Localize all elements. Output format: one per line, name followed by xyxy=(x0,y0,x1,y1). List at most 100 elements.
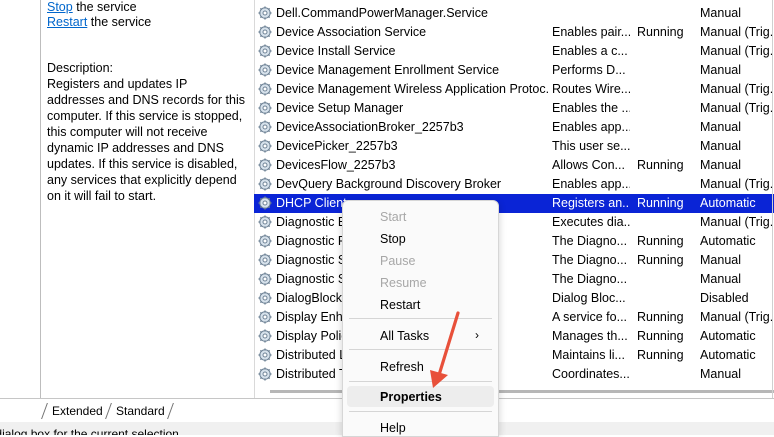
stop-link[interactable]: Stop xyxy=(47,0,73,14)
service-row[interactable]: Device Association Service Enables pair..… xyxy=(254,23,774,42)
tab-edge xyxy=(105,403,112,419)
service-row[interactable]: Diagnostic S The Diagno... Running Manual xyxy=(254,251,774,270)
service-startup-type: Manual (Trig... xyxy=(700,82,774,96)
service-row[interactable]: DevicePicker_2257b3 This user se... Manual xyxy=(254,137,774,156)
menu-item-all-tasks[interactable]: All Tasks xyxy=(380,329,429,343)
service-gear-icon xyxy=(258,291,272,305)
service-description-cell: Executes dia... xyxy=(552,215,630,229)
service-startup-type: Manual (Trig... xyxy=(700,177,774,191)
service-row[interactable]: Diagnostic S The Diagno... Manual xyxy=(254,270,774,289)
chevron-right-icon: › xyxy=(475,328,479,342)
service-gear-icon xyxy=(258,253,272,267)
service-row[interactable]: DHCP Client Registers an... Running Automat… xyxy=(254,194,774,213)
menu-item-restart[interactable]: Restart xyxy=(380,298,420,312)
service-gear-icon xyxy=(258,215,272,229)
menu-item-refresh[interactable]: Refresh xyxy=(380,360,424,374)
panel-divider xyxy=(40,0,41,400)
service-description-cell: Enables app... xyxy=(552,177,630,191)
service-row[interactable]: Device Setup Manager Enables the ... Manua… xyxy=(254,99,774,118)
service-status: Running xyxy=(637,196,684,210)
service-startup-type: Manual xyxy=(700,158,741,172)
service-startup-type: Manual (Trig... xyxy=(700,101,774,115)
status-text: Opens the properties dialog box for the … xyxy=(0,427,183,435)
service-gear-icon xyxy=(258,310,272,324)
service-status: Running xyxy=(637,348,684,362)
service-row[interactable]: Distributed T Coordinates... Manual xyxy=(254,365,774,384)
service-status: Running xyxy=(637,329,684,343)
service-startup-type: Disabled xyxy=(700,291,749,305)
service-description-cell: Maintains li... xyxy=(552,348,625,362)
service-row[interactable]: DialogBlocki Dialog Bloc... Disabled xyxy=(254,289,774,308)
service-row[interactable]: Dell.CommandPowerManager.Service Manual xyxy=(254,4,774,23)
service-row[interactable]: Device Management Wireless Application P… xyxy=(254,80,774,99)
tab-standard[interactable]: Standard xyxy=(116,404,165,418)
service-startup-type: Automatic xyxy=(700,234,756,248)
restart-action-text: the service xyxy=(87,15,152,29)
menu-item-resume[interactable]: Resume xyxy=(380,276,427,290)
tab-edge xyxy=(167,403,174,419)
service-description: Description: Registers and updates IP ad… xyxy=(47,61,246,203)
service-status: Running xyxy=(637,158,684,172)
service-startup-type: Manual (Trig... xyxy=(700,25,774,39)
service-name: Device Setup Manager xyxy=(276,101,404,115)
service-row[interactable]: Distributed L Maintains li... Running Autom… xyxy=(254,346,774,365)
menu-separator xyxy=(349,411,492,412)
service-description-cell: Enables a c... xyxy=(552,44,628,58)
stop-action-text: the service xyxy=(72,0,137,14)
service-row[interactable]: DevicesFlow_2257b3 Allows Con... Running Ma… xyxy=(254,156,774,175)
service-row[interactable]: Display Enha A service fo... Running Manual… xyxy=(254,308,774,327)
service-gear-icon xyxy=(258,101,272,115)
service-row[interactable]: Device Install Service Enables a c... Manu… xyxy=(254,42,774,61)
service-row[interactable]: Device Management Enrollment Service Perf… xyxy=(254,61,774,80)
menu-separator xyxy=(349,381,492,382)
service-description-cell: A service fo... xyxy=(552,310,628,324)
service-gear-icon xyxy=(258,6,272,20)
service-name: Dell.CommandPowerManager.Service xyxy=(276,6,488,20)
menu-item-pause[interactable]: Pause xyxy=(380,254,415,268)
service-startup-type: Automatic xyxy=(700,348,756,362)
service-name: Device Association Service xyxy=(276,25,427,39)
service-row[interactable]: DevQuery Background Discovery Broker Enab… xyxy=(254,175,774,194)
service-description-cell: This user se... xyxy=(552,139,630,153)
service-startup-type: Manual (Trig... xyxy=(700,44,774,58)
services-list[interactable]: Dell.CommandPowerManager.Service Manual De… xyxy=(254,0,774,384)
service-startup-type: Manual xyxy=(700,6,741,20)
menu-item-start[interactable]: Start xyxy=(380,210,406,224)
restart-link[interactable]: Restart xyxy=(47,15,87,29)
service-gear-icon xyxy=(258,82,272,96)
service-gear-icon xyxy=(258,63,272,77)
service-startup-type: Automatic xyxy=(700,196,756,210)
right-border xyxy=(772,0,773,400)
service-description-cell: Coordinates... xyxy=(552,367,630,381)
tab-edge xyxy=(41,403,48,419)
service-gear-icon xyxy=(258,272,272,286)
service-status: Running xyxy=(637,253,684,267)
service-description-cell: Performs D... xyxy=(552,63,626,77)
service-row[interactable]: DeviceAssociationBroker_2257b3 Enables ap… xyxy=(254,118,774,137)
service-name: DevicePicker_2257b3 xyxy=(276,139,398,153)
service-row[interactable]: Diagnostic E Executes dia... Manual (Trig.… xyxy=(254,213,774,232)
service-gear-icon xyxy=(258,120,272,134)
service-gear-icon xyxy=(258,139,272,153)
service-row[interactable]: Display Polic Manages th... Running Automat… xyxy=(254,327,774,346)
service-gear-icon xyxy=(258,25,272,39)
service-startup-type: Manual xyxy=(700,367,741,381)
service-name: Device Management Wireless Application P… xyxy=(276,82,548,96)
tab-extended[interactable]: Extended xyxy=(52,404,103,418)
service-name: DeviceAssociationBroker_2257b3 xyxy=(276,120,464,134)
restart-action: Restart the service xyxy=(47,15,151,29)
service-description-cell: Dialog Bloc... xyxy=(552,291,626,305)
menu-item-stop[interactable]: Stop xyxy=(380,232,406,246)
context-menu: Start Stop Pause Resume Restart All Task… xyxy=(342,200,499,437)
service-name: Device Management Enrollment Service xyxy=(276,63,500,77)
menu-item-help[interactable]: Help xyxy=(380,421,406,435)
service-description-cell: Enables pair... xyxy=(552,25,630,39)
menu-item-properties[interactable]: Properties xyxy=(380,390,442,404)
service-gear-icon xyxy=(258,234,272,248)
service-row[interactable]: Diagnostic P The Diagno... Running Automati… xyxy=(254,232,774,251)
service-startup-type: Manual xyxy=(700,63,741,77)
service-description-cell: Registers an... xyxy=(552,196,630,210)
service-description-cell: The Diagno... xyxy=(552,234,628,248)
service-startup-type: Manual xyxy=(700,272,741,286)
service-name: Device Install Service xyxy=(276,44,396,58)
